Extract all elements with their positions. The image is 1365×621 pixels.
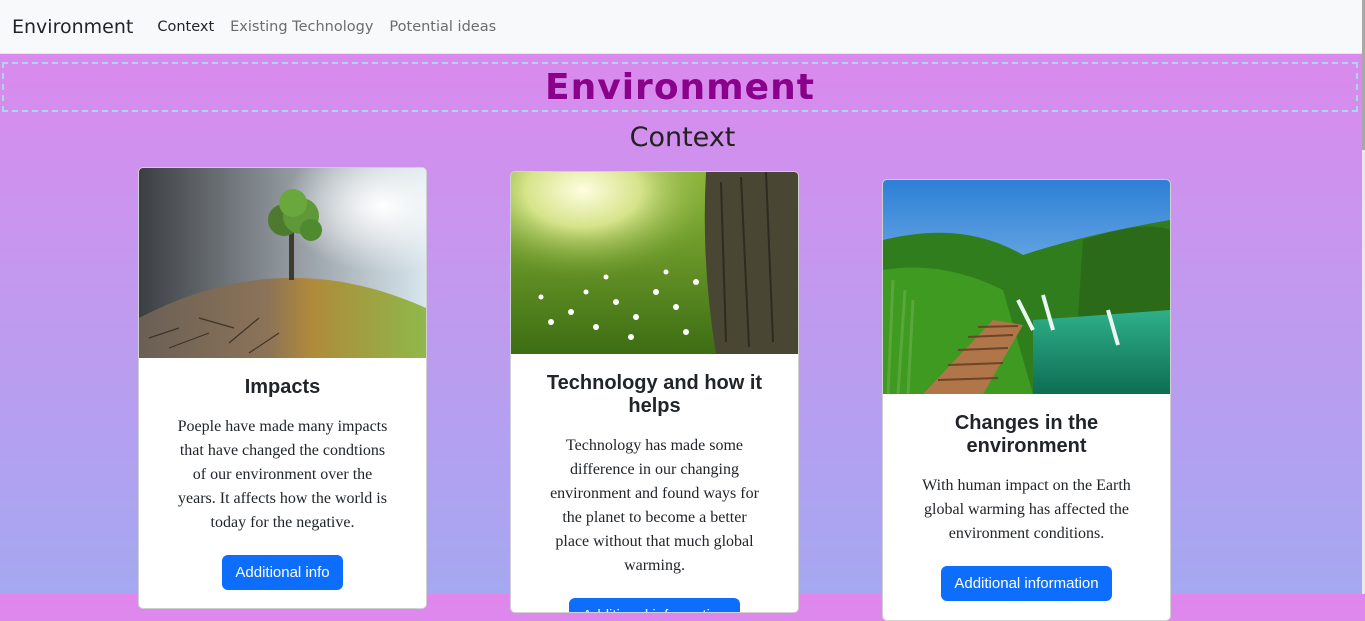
- additional-information-button[interactable]: Additional information: [941, 566, 1112, 601]
- hero-banner: Environment: [2, 62, 1358, 112]
- card-text: Technology has made some difference in o…: [550, 437, 759, 574]
- card-text: Poeple have made many impacts that have …: [177, 418, 388, 531]
- card-text: With human impact on the Earth global wa…: [922, 477, 1131, 542]
- card-changes: Changes in the environment With human im…: [882, 179, 1171, 621]
- additional-info-button[interactable]: Additional info: [222, 555, 343, 590]
- waterfall-boardwalk-image: [883, 180, 1170, 394]
- section-title: Context: [629, 122, 736, 153]
- nav-link-context[interactable]: Context: [157, 19, 214, 35]
- card-impacts: Impacts Poeple have made many impacts th…: [138, 167, 427, 609]
- card-title: Technology and how it helps: [546, 372, 763, 417]
- navbar: Environment Context Existing Technology …: [0, 0, 1362, 54]
- additional-information-button[interactable]: Additional information: [569, 598, 740, 612]
- card-title: Impacts: [244, 376, 321, 398]
- nav-link-potential-ideas[interactable]: Potential ideas: [389, 19, 496, 35]
- card-technology: Technology and how it helps Technology h…: [510, 171, 799, 613]
- card-title: Changes in the environment: [954, 412, 1099, 457]
- nav-link-existing-technology[interactable]: Existing Technology: [230, 19, 373, 35]
- hero-title: Environment: [545, 66, 815, 108]
- navbar-brand[interactable]: Environment: [12, 16, 133, 38]
- cracked-earth-tree-image: [139, 168, 426, 358]
- sunny-meadow-flowers-image: [511, 172, 798, 354]
